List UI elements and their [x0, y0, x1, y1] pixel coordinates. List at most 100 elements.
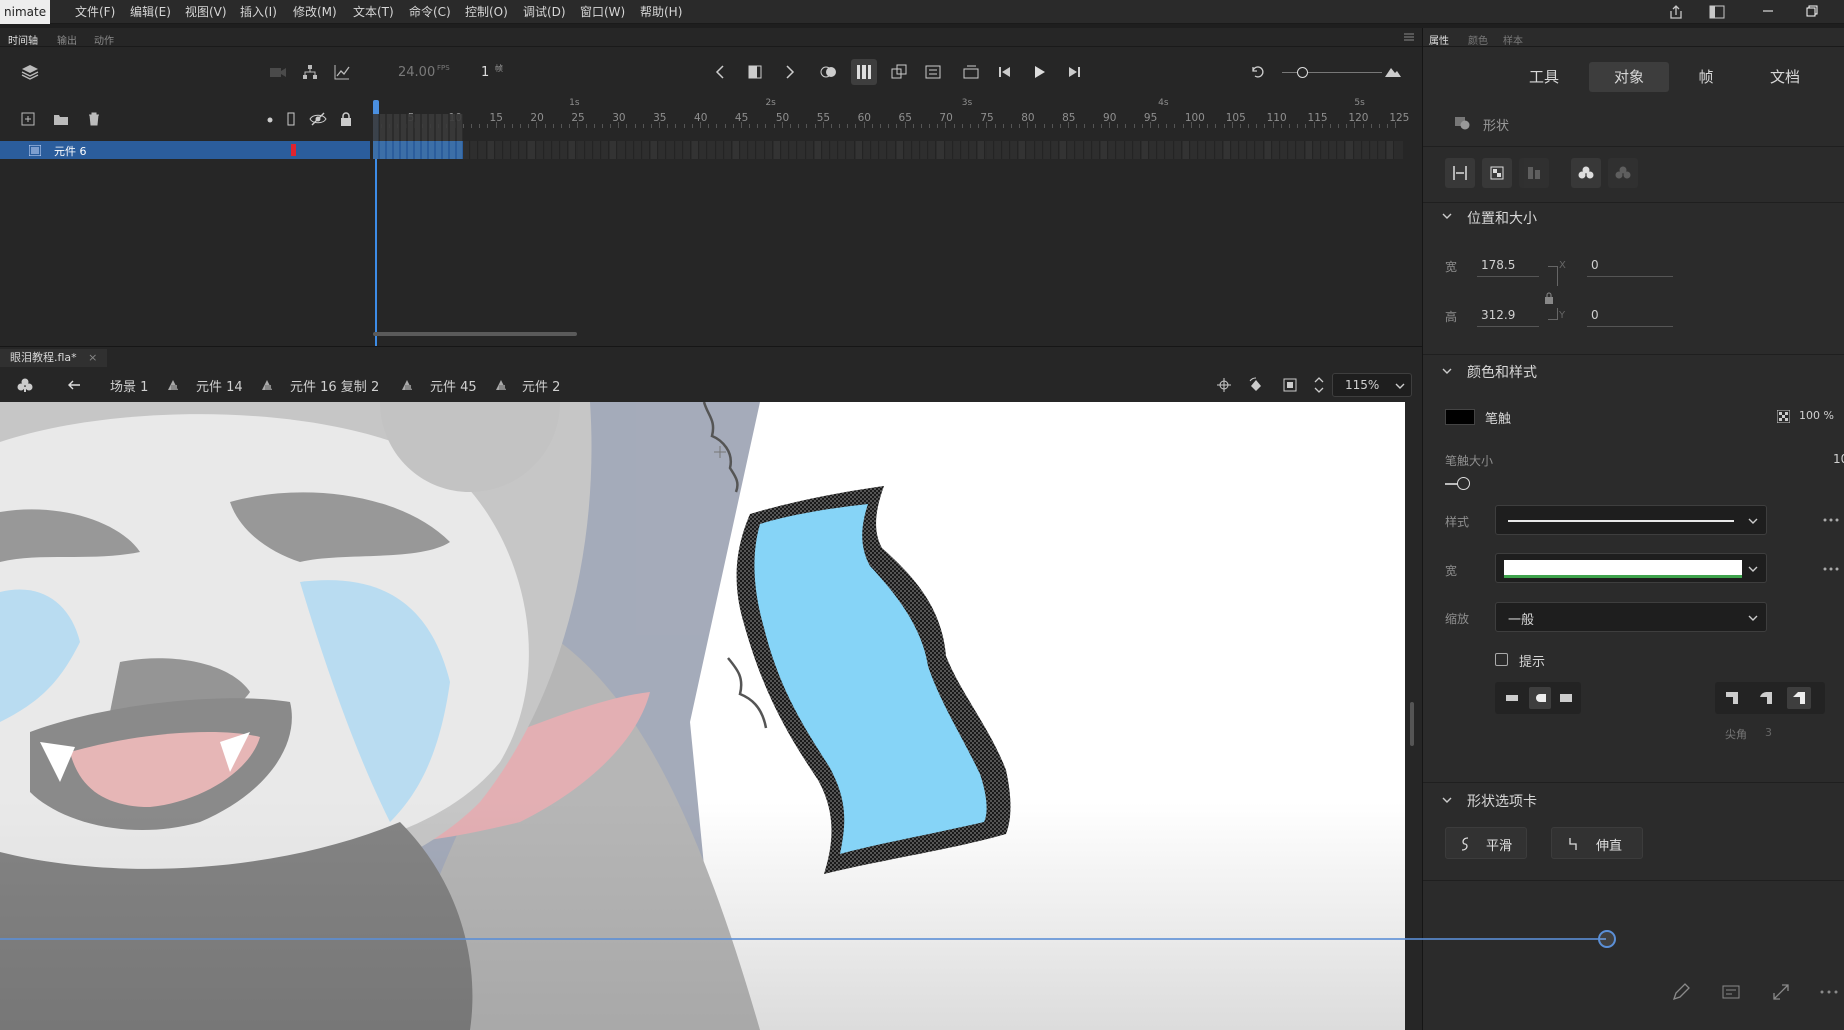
frame-cell[interactable] — [1158, 141, 1166, 159]
frame-cell[interactable] — [994, 141, 1002, 159]
frame-cell[interactable] — [716, 141, 724, 159]
loop-icon[interactable] — [888, 62, 910, 82]
frame-cell[interactable] — [552, 141, 561, 159]
new-layer-icon[interactable] — [18, 110, 38, 128]
frame-cell[interactable] — [667, 141, 675, 159]
step-back-icon[interactable] — [995, 62, 1015, 82]
tab-timeline[interactable]: 时间轴 — [8, 32, 38, 47]
frame-cell[interactable] — [1068, 141, 1076, 159]
frame-cell[interactable] — [528, 141, 536, 159]
frame-cell[interactable] — [642, 141, 651, 159]
frame-cell[interactable] — [822, 141, 831, 159]
tab-document[interactable]: 文档 — [1753, 62, 1817, 92]
frame-cell[interactable] — [847, 141, 855, 159]
frame-cell[interactable] — [1166, 141, 1174, 159]
hint-checkbox[interactable] — [1495, 653, 1508, 666]
app-name[interactable]: nimate — [0, 0, 51, 24]
frame-cell[interactable] — [1289, 141, 1297, 159]
insert-tween-icon[interactable] — [960, 62, 982, 82]
menu-file[interactable]: 文件(F) — [75, 3, 115, 20]
frame-cell[interactable] — [1280, 141, 1289, 159]
frame-cell[interactable] — [1248, 141, 1256, 159]
frame-cell[interactable] — [479, 141, 487, 159]
zoom-select[interactable]: 115% — [1332, 373, 1412, 397]
frame-cell[interactable] — [855, 141, 863, 159]
frame-cell[interactable] — [765, 141, 773, 159]
delete-layer-icon[interactable] — [84, 110, 104, 128]
frame-cell[interactable] — [1223, 141, 1231, 159]
tab-swatches[interactable]: 样本 — [1503, 32, 1523, 47]
frame-cell[interactable] — [929, 141, 937, 159]
selected-frames[interactable] — [373, 141, 463, 159]
chevron-down-icon[interactable] — [1441, 365, 1453, 377]
breadcrumb-symbol-14[interactable]: 元件 14 — [196, 376, 243, 395]
restore-icon[interactable] — [1792, 0, 1832, 22]
fps-value[interactable]: 24.00 — [398, 65, 435, 80]
frame-cell[interactable] — [495, 141, 503, 159]
insert-keyframe-icon[interactable] — [745, 62, 765, 82]
tab-properties[interactable]: 属性 — [1429, 32, 1449, 47]
convert-symbol-icon[interactable] — [1571, 158, 1601, 188]
undo-zoom-icon[interactable] — [1248, 62, 1268, 82]
zoom-slider-knob[interactable] — [1297, 67, 1308, 78]
new-folder-icon[interactable] — [50, 110, 72, 128]
frame-cell[interactable] — [1117, 141, 1125, 159]
frame-cell[interactable] — [1199, 141, 1207, 159]
minimize-icon[interactable] — [1748, 0, 1788, 22]
highlight-dot-icon[interactable] — [263, 112, 277, 128]
frame-cell[interactable] — [1264, 141, 1272, 159]
panel-menu-icon[interactable] — [1402, 32, 1416, 42]
frame-cell[interactable] — [945, 141, 953, 159]
stroke-alpha[interactable]: 100 % — [1799, 409, 1834, 422]
menu-debug[interactable]: 调试(D) — [523, 3, 566, 20]
layer-name[interactable]: 元件 6 — [54, 143, 87, 159]
frame-cell[interactable] — [970, 141, 978, 159]
frame-cell[interactable] — [462, 141, 471, 159]
step-forward-icon[interactable] — [1064, 62, 1084, 82]
frame-cell[interactable] — [1354, 141, 1362, 159]
frame-cell[interactable] — [626, 141, 634, 159]
frame-cell[interactable] — [749, 141, 757, 159]
frame-cell[interactable] — [782, 141, 790, 159]
width-value[interactable]: 178.5 — [1481, 258, 1515, 272]
menu-insert[interactable]: 插入(I) — [240, 3, 277, 20]
frame-cell[interactable] — [724, 141, 732, 159]
frame-cell[interactable] — [675, 141, 683, 159]
breadcrumb-symbol-2[interactable]: 元件 2 — [522, 376, 560, 395]
height-value[interactable]: 312.9 — [1481, 308, 1515, 322]
multi-frame-range[interactable] — [373, 114, 463, 141]
y-value[interactable]: 0 — [1591, 308, 1599, 322]
play-icon[interactable] — [1030, 62, 1050, 82]
frame-cell[interactable] — [961, 141, 970, 159]
back-arrow-icon[interactable] — [62, 375, 86, 395]
timeline-scrollbar[interactable] — [373, 332, 577, 336]
frame-cell[interactable] — [544, 141, 552, 159]
tab-tool[interactable]: 工具 — [1515, 62, 1573, 92]
frame-cell[interactable] — [618, 141, 626, 159]
frame-cell[interactable] — [1150, 141, 1158, 159]
screen-icon[interactable] — [1719, 980, 1743, 1004]
frame-cell[interactable] — [1207, 141, 1215, 159]
frame-cell[interactable] — [937, 141, 945, 159]
tab-output[interactable]: 输出 — [57, 32, 77, 47]
x-value[interactable]: 0 — [1591, 258, 1599, 272]
frame-cell[interactable] — [1011, 141, 1019, 159]
frame-cell[interactable] — [1043, 141, 1051, 159]
graph-icon[interactable] — [332, 63, 352, 81]
frame-cell[interactable] — [921, 141, 929, 159]
more-icon[interactable] — [1817, 980, 1841, 1004]
frame-cell[interactable] — [790, 141, 798, 159]
frame-cell[interactable] — [986, 141, 994, 159]
next-keyframe-icon[interactable] — [780, 62, 800, 82]
layer-row[interactable]: 元件 6 — [0, 141, 370, 159]
cap-round-icon[interactable] — [1529, 687, 1551, 709]
menu-modify[interactable]: 修改(M) — [293, 3, 337, 20]
frame-cell[interactable] — [593, 141, 602, 159]
frame-cell[interactable] — [888, 141, 896, 159]
frame-cell[interactable] — [1051, 141, 1060, 159]
frame-cell[interactable] — [1387, 141, 1395, 159]
stage-scrollbar[interactable] — [1410, 702, 1414, 746]
rotate-stage-icon[interactable] — [1246, 375, 1266, 395]
frame-cell[interactable] — [863, 141, 871, 159]
expand-icon[interactable] — [1769, 980, 1793, 1004]
